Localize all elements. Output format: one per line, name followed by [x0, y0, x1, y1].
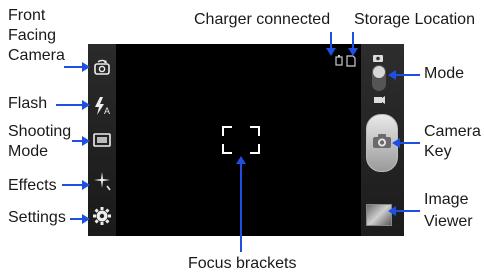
svg-text:A: A — [104, 106, 110, 116]
label-camera-key-2: Key — [424, 143, 452, 160]
label-image-viewer-1: Image — [424, 191, 469, 208]
mode-toggle[interactable] — [369, 53, 393, 107]
label-focus-brackets: Focus brackets — [188, 255, 297, 272]
label-camera-key-1: Camera — [424, 123, 481, 140]
switch-camera-icon[interactable] — [90, 56, 114, 80]
effects-sparkle-icon[interactable] — [90, 170, 114, 194]
label-mode: Mode — [424, 65, 465, 82]
label-effects: Effects — [8, 177, 57, 194]
label-front-facing-camera-2: Facing — [8, 27, 57, 44]
focus-brackets — [222, 126, 260, 154]
label-front-facing-camera-3: Camera — [8, 47, 65, 64]
label-flash: Flash — [8, 95, 48, 112]
label-shooting-mode-1: Shooting — [8, 123, 72, 140]
label-front-facing-camera-1: Front — [8, 7, 46, 24]
label-settings: Settings — [8, 209, 66, 226]
camera-shutter-icon — [373, 134, 391, 148]
label-shooting-mode-2: Mode — [8, 143, 49, 160]
label-charger-connected: Charger connected — [194, 11, 331, 28]
shooting-mode-icon[interactable] — [90, 128, 114, 152]
label-storage-location: Storage Location — [354, 11, 475, 28]
flash-auto-icon[interactable]: A — [90, 94, 114, 118]
label-image-viewer-2: Viewer — [424, 213, 473, 230]
gear-icon[interactable] — [90, 204, 114, 228]
